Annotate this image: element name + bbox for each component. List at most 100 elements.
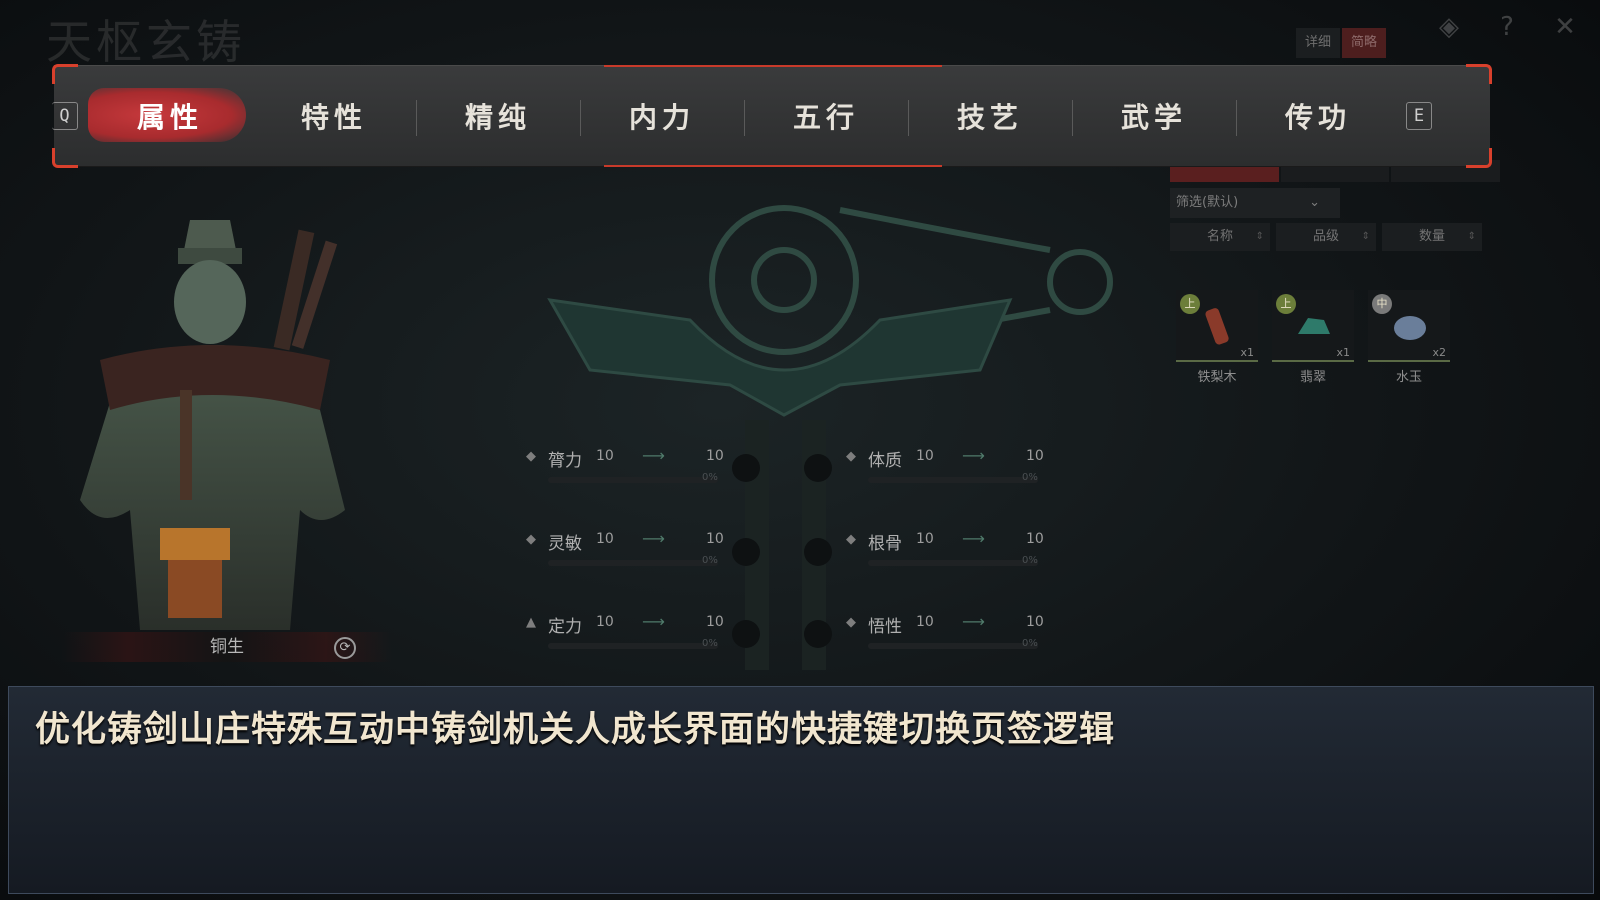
stat-composure: ▲ 定力 10 ⟶ 10 0% — [526, 610, 726, 660]
tab-attributes[interactable]: 属性 — [88, 88, 252, 142]
tab-label: 传功 — [1284, 101, 1351, 134]
grade-badge: 上 — [1180, 294, 1200, 314]
tab-traits[interactable]: 特性 — [252, 96, 416, 136]
tab-bar: Q 属性 特性 精纯 内力 五行 技艺 武学 传功 E — [52, 64, 1492, 168]
tab-list: 属性 特性 精纯 内力 五行 技艺 武学 传功 — [88, 66, 1400, 166]
tab-transmission[interactable]: 传功 — [1236, 96, 1400, 136]
detail-view-button[interactable]: 详细 — [1296, 28, 1340, 58]
stat-percent: 0% — [702, 555, 718, 566]
frame-corner — [52, 64, 78, 84]
stat-name: 定力 — [548, 617, 582, 637]
frame-corner — [1466, 64, 1492, 84]
filter-dropdown[interactable]: 筛选(默认) ⌄ — [1170, 188, 1340, 218]
tab-label: 特性 — [300, 101, 367, 134]
growth-ornament — [547, 205, 1113, 670]
stat-current: 10 — [596, 614, 614, 630]
inventory-panel: 筛选(默认) ⌄ 名称 ⇕ 品级 ⇕ 数量 ⇕ 上 x1 铁梨木 上 x1 翡翠 中 … — [1160, 160, 1501, 660]
stat-current: 10 — [916, 531, 934, 547]
sort-arrows-icon: ⇕ — [1361, 231, 1370, 242]
stat-next: 10 — [706, 531, 724, 547]
refresh-icon[interactable]: ⟳ — [334, 637, 356, 659]
grade-badge: 上 — [1276, 294, 1296, 314]
item-grid: 上 x1 铁梨木 上 x1 翡翠 中 x2 水玉 — [1176, 290, 1450, 390]
stat-constitution: ◆ 体质 10 ⟶ 10 0% — [846, 444, 1046, 494]
agility-icon: ◆ — [526, 532, 536, 547]
stat-name: 膂力 — [548, 451, 582, 471]
prev-tab-key-hint[interactable]: Q — [52, 102, 78, 130]
arrow-right-icon: ⟶ — [642, 529, 665, 548]
filter-label: 筛选(默认) — [1176, 195, 1239, 210]
stat-next: 10 — [1026, 448, 1044, 464]
sort-label: 名称 — [1206, 229, 1233, 244]
sort-name-button[interactable]: 名称 ⇕ — [1170, 223, 1270, 251]
stat-progress-bar — [868, 560, 1038, 566]
caption-text: 优化铸剑山庄特殊互动中铸剑机关人成长界面的快捷键切换页签逻辑 — [35, 710, 1116, 750]
tab-purity[interactable]: 精纯 — [416, 96, 580, 136]
arrow-right-icon: ⟶ — [962, 612, 985, 631]
brief-view-button[interactable]: 简略 — [1342, 28, 1386, 58]
eye-icon[interactable]: ◈ — [1432, 10, 1466, 44]
stat-strength: ◆ 膂力 10 ⟶ 10 0% — [526, 444, 726, 494]
item-name: 铁梨木 — [1197, 370, 1237, 385]
grade-badge: 中 — [1372, 294, 1392, 314]
bone-icon: ◆ — [846, 532, 856, 547]
sort-arrows-icon: ⇕ — [1255, 231, 1264, 242]
tab-label: 内力 — [628, 101, 695, 134]
stat-percent: 0% — [702, 472, 718, 483]
stat-progress-bar — [868, 643, 1038, 649]
item-count: x2 — [1432, 346, 1446, 359]
sort-count-button[interactable]: 数量 ⇕ — [1382, 223, 1482, 251]
next-tab-key-hint[interactable]: E — [1406, 102, 1432, 130]
caption-box: 优化铸剑山庄特殊互动中铸剑机关人成长界面的快捷键切换页签逻辑 — [8, 686, 1594, 894]
stat-current: 10 — [596, 531, 614, 547]
scene-title: 天枢玄铸 — [46, 15, 246, 69]
arrow-right-icon: ⟶ — [642, 446, 665, 465]
stat-progress-bar — [868, 477, 1038, 483]
stat-percent: 0% — [1022, 638, 1038, 649]
stat-percent: 0% — [1022, 472, 1038, 483]
tab-label: 属性 — [136, 101, 203, 134]
stat-current: 10 — [916, 614, 934, 630]
stat-next: 10 — [1026, 531, 1044, 547]
item-slot[interactable]: 上 x1 铁梨木 — [1176, 290, 1258, 390]
tab-martial-arts[interactable]: 武学 — [1072, 96, 1236, 136]
stat-bone: ◆ 根骨 10 ⟶ 10 0% — [846, 527, 1046, 577]
strength-icon: ◆ — [526, 449, 536, 464]
sort-label: 品级 — [1312, 229, 1339, 244]
tab-skills[interactable]: 技艺 — [908, 96, 1072, 136]
item-slot[interactable]: 上 x1 翡翠 — [1272, 290, 1354, 390]
stat-next: 10 — [706, 448, 724, 464]
stat-next: 10 — [706, 614, 724, 630]
stat-percent: 0% — [702, 638, 718, 649]
constitution-icon: ◆ — [846, 449, 856, 464]
tab-label: 五行 — [792, 101, 859, 134]
help-icon[interactable]: ? — [1490, 10, 1524, 44]
water-jade-icon — [1394, 316, 1426, 340]
item-name: 翡翠 — [1299, 370, 1326, 385]
stat-current: 10 — [916, 448, 934, 464]
chevron-down-icon: ⌄ — [1309, 195, 1320, 210]
stat-name: 悟性 — [868, 617, 902, 637]
sort-arrows-icon: ⇕ — [1467, 231, 1476, 242]
arrow-right-icon: ⟶ — [962, 529, 985, 548]
tab-inner-power[interactable]: 内力 — [580, 96, 744, 136]
stat-progress-bar — [548, 643, 718, 649]
item-slot[interactable]: 中 x2 水玉 — [1368, 290, 1450, 390]
tab-label: 技艺 — [956, 101, 1023, 134]
character-portrait — [80, 220, 345, 630]
stat-comprehension: ◆ 悟性 10 ⟶ 10 0% — [846, 610, 1046, 660]
stat-current: 10 — [596, 448, 614, 464]
stat-name: 体质 — [868, 451, 902, 471]
tab-five-elements[interactable]: 五行 — [744, 96, 908, 136]
sort-label: 数量 — [1418, 229, 1445, 244]
tab-label: 精纯 — [464, 101, 531, 134]
sort-grade-button[interactable]: 品级 ⇕ — [1276, 223, 1376, 251]
sort-bar: 名称 ⇕ 品级 ⇕ 数量 ⇕ — [1170, 223, 1482, 251]
arrow-right-icon: ⟶ — [962, 446, 985, 465]
frame-corner — [52, 148, 78, 168]
composure-icon: ▲ — [526, 615, 536, 630]
stat-percent: 0% — [1022, 555, 1038, 566]
close-icon[interactable]: ✕ — [1548, 10, 1582, 44]
ironwood-icon — [1205, 308, 1229, 345]
jade-icon — [1298, 318, 1330, 334]
